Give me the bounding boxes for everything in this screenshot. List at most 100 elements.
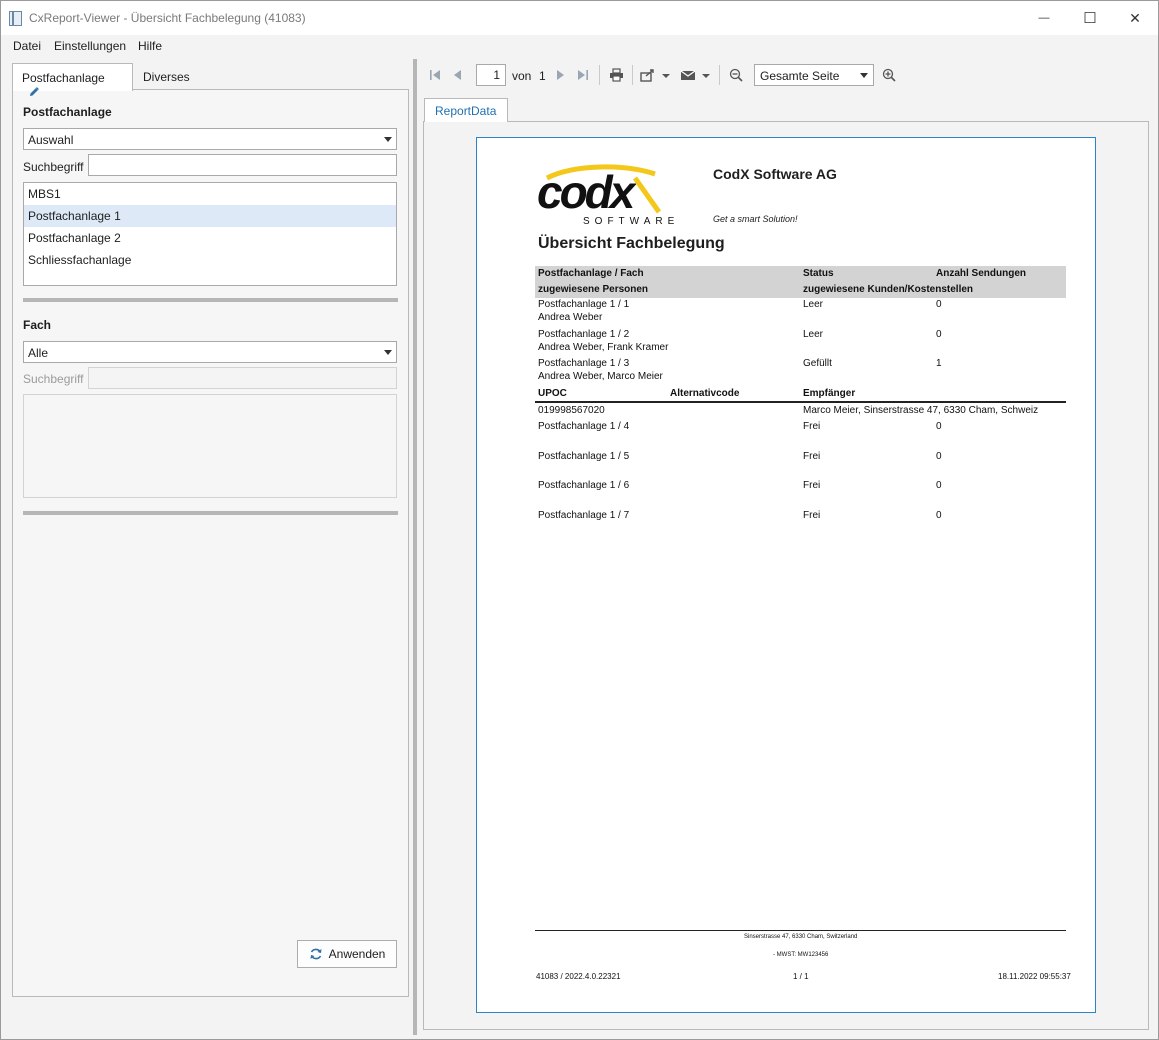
close-button[interactable]: ✕ (1112, 3, 1158, 33)
pane-splitter[interactable] (413, 59, 417, 1035)
minimize-button[interactable]: — (1021, 3, 1067, 33)
tab-content: Postfachanlage Auswahl Suchbegriff MBS1 … (12, 89, 409, 997)
toolbar-separator (599, 65, 600, 85)
viewer-toolbar: 1 von 1 Gesamte Seite (425, 63, 925, 87)
footer-version: 41083 / 2022.4.0.22321 (536, 972, 621, 981)
sub-row-empfaenger: Marco Meier, Sinserstrasse 47, 6330 Cham… (803, 405, 1039, 416)
row-status: Frei (803, 510, 821, 521)
company-name: CodX Software AG (713, 166, 837, 182)
fach-search-input[interactable] (88, 367, 397, 389)
list-item[interactable]: Postfachanlage 1 (24, 205, 396, 227)
prev-page-icon[interactable] (451, 67, 463, 83)
combo-value: Auswahl (28, 133, 74, 147)
zoom-combo[interactable]: Gesamte Seite (754, 64, 874, 86)
codx-logo: codx SOFTWARE (537, 164, 679, 226)
app-icon (9, 11, 22, 26)
postfachanlage-search-input[interactable] (88, 154, 397, 176)
row-status: Leer (803, 329, 824, 340)
row-status: Frei (803, 451, 821, 462)
maximize-button[interactable]: ☐ (1067, 3, 1113, 33)
footer-address: Sinserstrasse 47, 6330 Cham, Switzerland (744, 934, 858, 940)
row-fach: Postfachanlage 1 / 2 (538, 329, 630, 340)
header-status: Status (803, 268, 834, 279)
footer-vat: - MWST: MW123456 (773, 952, 829, 958)
header-personen: zugewiesene Personen (538, 284, 649, 295)
of-label: von (512, 69, 532, 83)
chevron-down-icon (384, 137, 392, 142)
next-page-icon[interactable] (555, 67, 567, 83)
mail-icon[interactable] (680, 67, 710, 83)
zoom-out-icon[interactable] (728, 67, 744, 83)
toolbar-separator (632, 65, 633, 85)
row-status: Leer (803, 299, 824, 310)
row-fach: Postfachanlage 1 / 4 (538, 421, 630, 432)
footer-page: 1 / 1 (793, 972, 809, 981)
last-page-icon[interactable] (576, 67, 590, 83)
menu-hilfe[interactable]: Hilfe (138, 39, 162, 53)
row-anzahl: 0 (936, 480, 942, 491)
row-fach: Postfachanlage 1 / 1 (538, 299, 630, 310)
section-splitter[interactable] (23, 511, 398, 515)
footer-timestamp: 18.11.2022 09:55:37 (998, 972, 1071, 981)
subheader-rule (535, 401, 1066, 403)
refresh-icon (310, 948, 322, 960)
combo-value: Alle (28, 346, 49, 360)
maximize-icon: ☐ (1083, 10, 1097, 27)
sub-row-upoc: 019998567020 (538, 405, 605, 416)
export-icon[interactable] (640, 67, 670, 83)
subheader-empfaenger: Empfänger (803, 388, 856, 399)
chevron-down-icon (384, 350, 392, 355)
subheader-upoc: UPOC (538, 388, 567, 399)
report-title: Übersicht Fachbelegung (538, 235, 725, 252)
filter-pane: Postfachanlage Diverses Postfachanlage A… (12, 63, 409, 997)
report-page: codx SOFTWARE CodX Software AG Get a sma… (476, 137, 1096, 1013)
first-page-icon[interactable] (428, 67, 442, 83)
postfachanlage-list[interactable]: MBS1 Postfachanlage 1 Postfachanlage 2 S… (23, 182, 397, 286)
row-anzahl: 0 (936, 421, 942, 432)
row-personen: Andrea Weber, Marco Meier (538, 371, 663, 382)
menu-bar: Datei Einstellungen Hilfe (1, 35, 1158, 57)
fach-label: Fach (23, 318, 52, 332)
fach-list[interactable] (23, 394, 397, 498)
title-bar: CxReport-Viewer - Übersicht Fachbelegung… (1, 1, 1158, 35)
row-anzahl: 0 (936, 329, 942, 340)
menu-einstellungen[interactable]: Einstellungen (54, 39, 126, 53)
row-personen: Andrea Weber (538, 312, 603, 323)
postfachanlage-combo[interactable]: Auswahl (23, 128, 397, 150)
apply-button[interactable]: Anwenden (297, 940, 397, 968)
header-anzahl: Anzahl Sendungen (936, 268, 1026, 279)
row-status: Gefüllt (803, 358, 832, 369)
subheader-alternativcode: Alternativcode (670, 388, 740, 399)
page-count: 1 (539, 69, 546, 83)
row-status: Frei (803, 480, 821, 491)
tab-reportdata[interactable]: ReportData (424, 98, 508, 122)
row-status: Frei (803, 421, 821, 432)
zoom-value: Gesamte Seite (760, 69, 840, 83)
row-fach: Postfachanlage 1 / 7 (538, 510, 630, 521)
header-kunden: zugewiesene Kunden/Kostenstellen (803, 284, 974, 295)
section-splitter[interactable] (23, 298, 398, 302)
page-number-input[interactable]: 1 (476, 64, 506, 86)
print-icon[interactable] (608, 67, 624, 83)
list-item[interactable]: MBS1 (24, 183, 396, 205)
chevron-down-icon (860, 73, 868, 78)
minimize-icon: — (1038, 12, 1050, 24)
row-fach: Postfachanlage 1 / 5 (538, 451, 630, 462)
close-icon: ✕ (1129, 9, 1141, 26)
row-anzahl: 0 (936, 299, 942, 310)
tab-diverses[interactable]: Diverses (133, 63, 223, 90)
logo-subtext: SOFTWARE (583, 216, 679, 226)
row-fach: Postfachanlage 1 / 3 (538, 358, 630, 369)
pencil-icon (30, 87, 39, 96)
zoom-in-icon[interactable] (881, 67, 897, 83)
logo-wordmark: codx (537, 166, 638, 218)
row-anzahl: 0 (936, 451, 942, 462)
list-item[interactable]: Postfachanlage 2 (24, 227, 396, 249)
row-anzahl: 0 (936, 510, 942, 521)
list-item[interactable]: Schliessfachanlage (24, 249, 396, 271)
menu-datei[interactable]: Datei (13, 39, 41, 53)
fach-combo[interactable]: Alle (23, 341, 397, 363)
company-slogan: Get a smart Solution! (713, 214, 798, 224)
tab-postfachanlage[interactable]: Postfachanlage (12, 63, 133, 96)
footer-rule (535, 930, 1066, 931)
